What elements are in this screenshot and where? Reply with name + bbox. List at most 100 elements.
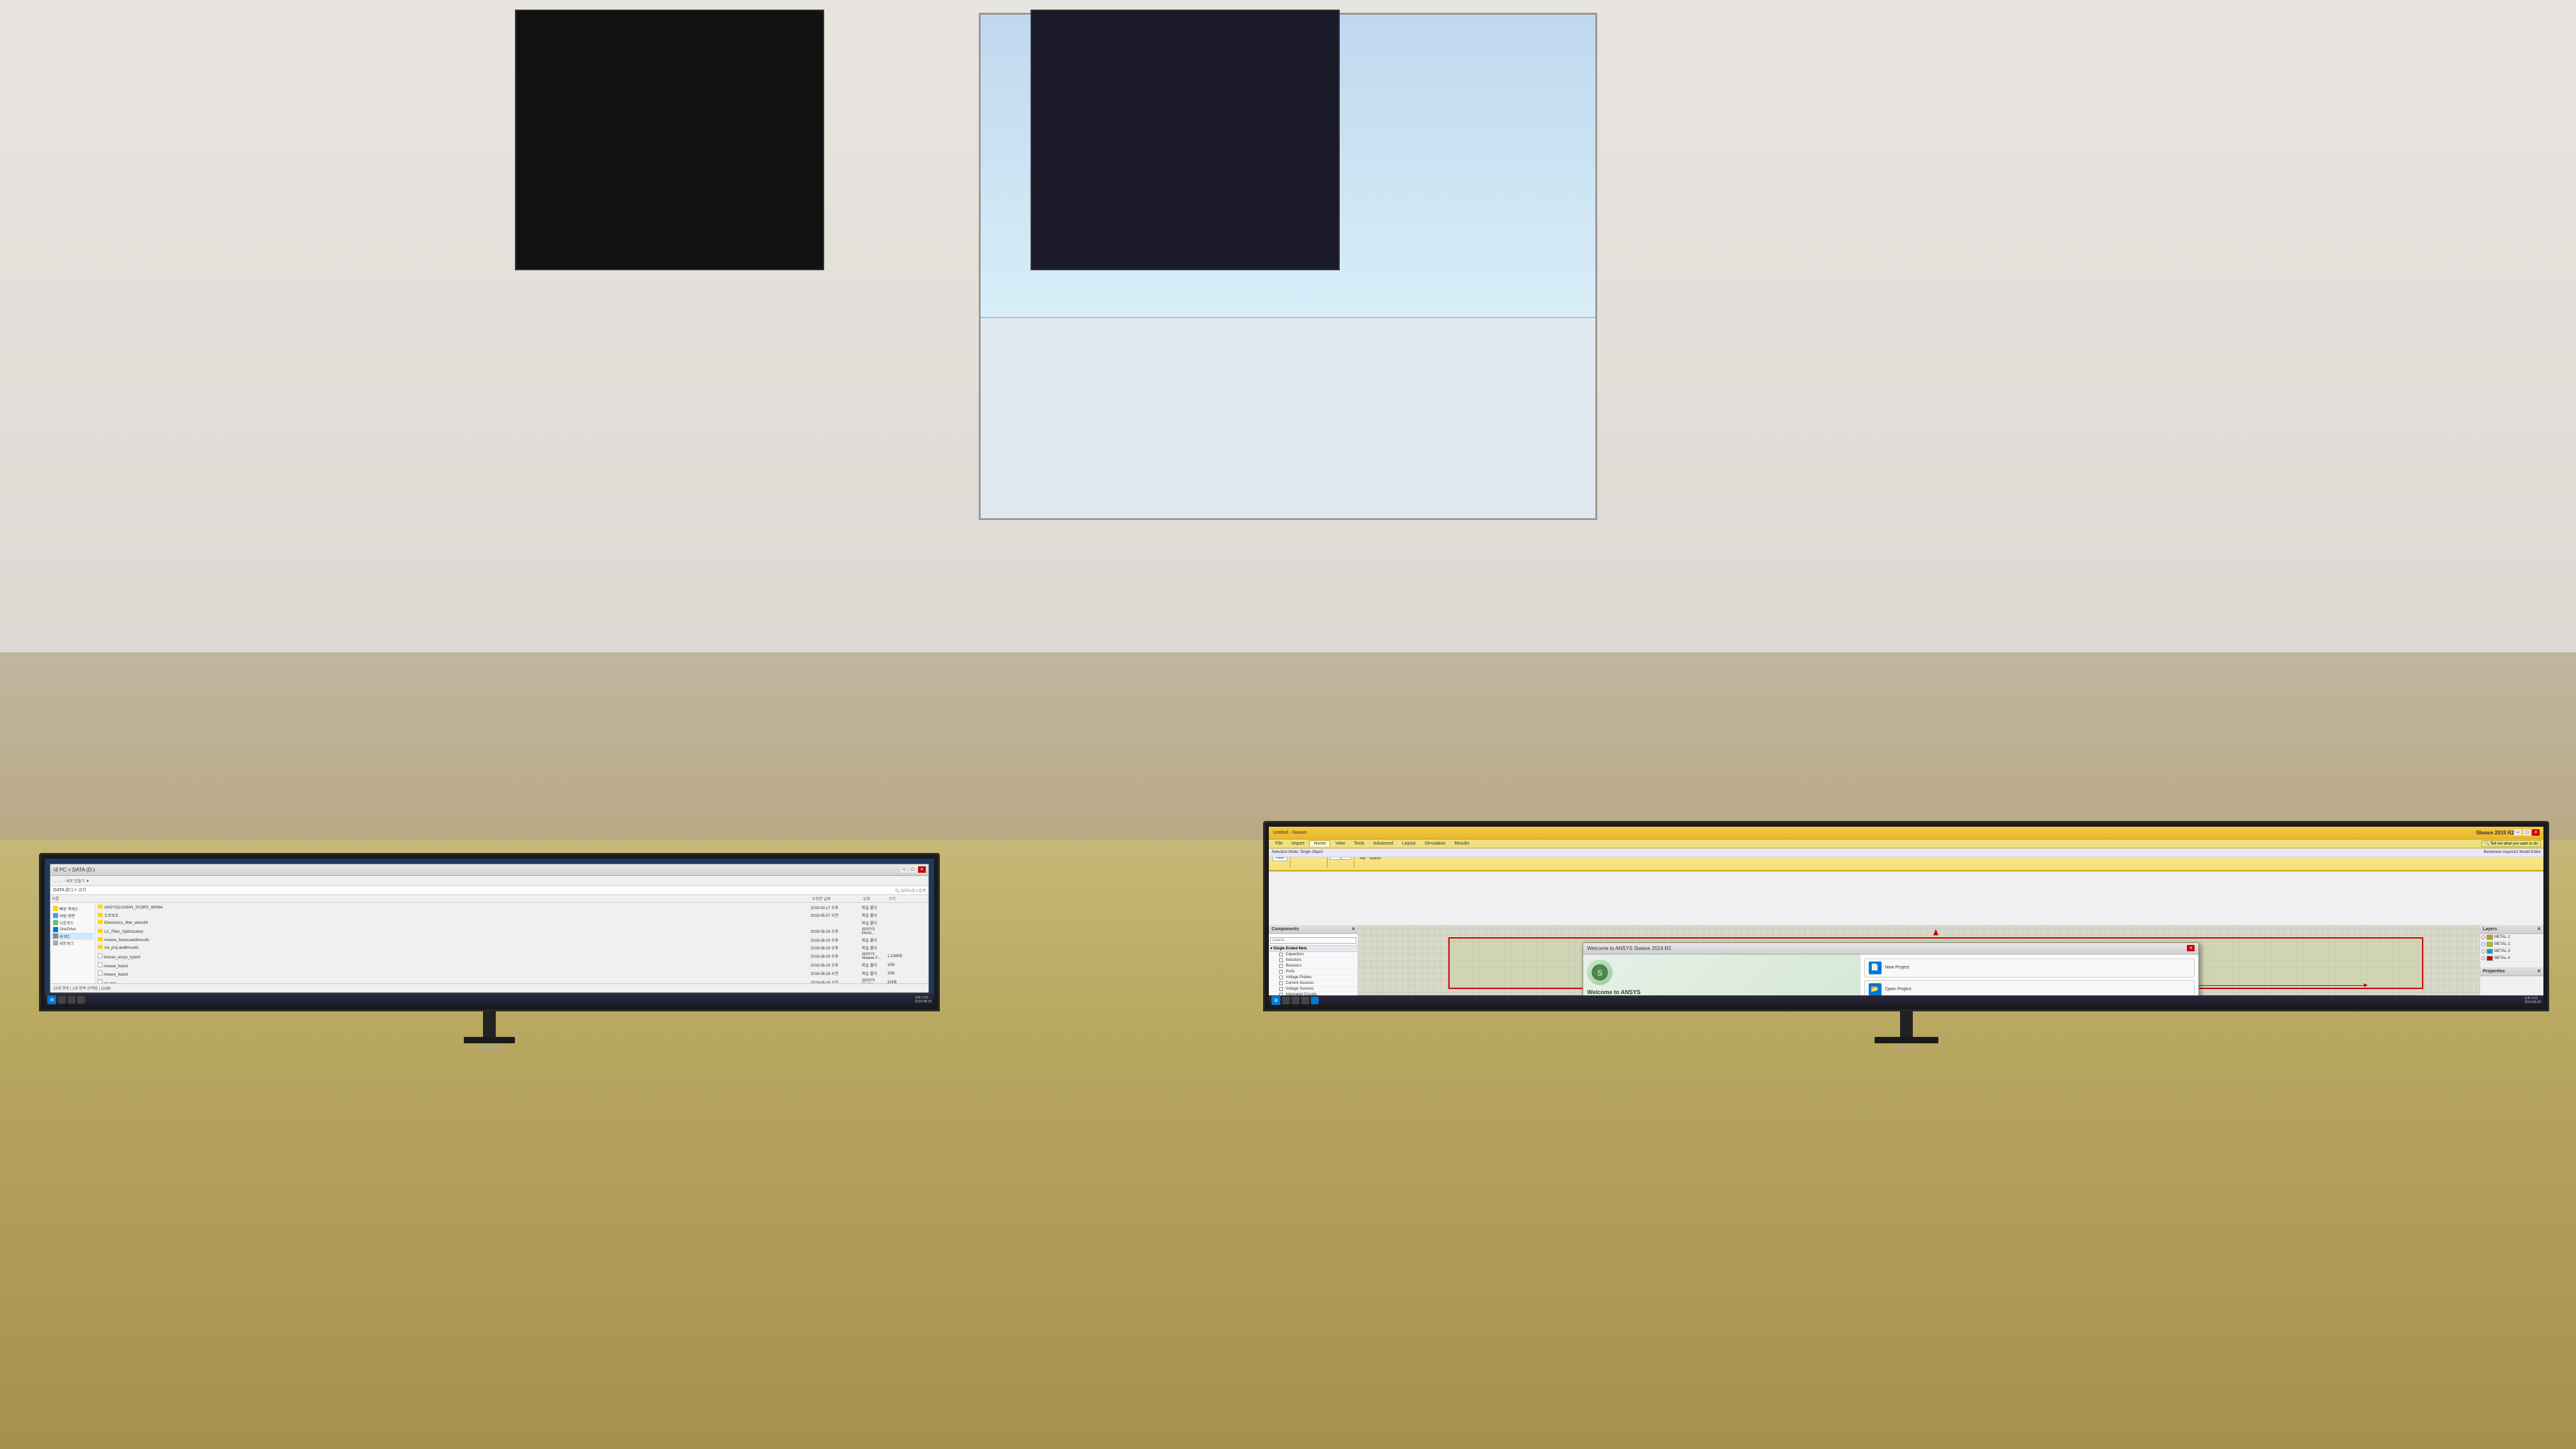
ribbon-tab-advanced[interactable]: Advanced: [1370, 841, 1397, 847]
right-monitor-base: [1874, 1037, 1938, 1043]
svg-text:S: S: [1597, 969, 1602, 977]
explorer-title-bar: 내 PC > DATA (D:) ─ □ ✕: [50, 864, 928, 876]
file-row[interactable]: Electronics_filter_wires64 파일 폴더: [96, 919, 927, 927]
file-row[interactable]: license_ansys_hybrid 2019-08-29 오후 ANSYS…: [96, 952, 927, 962]
open-project-button[interactable]: 📂 Open Project: [1864, 980, 2195, 995]
siwave-close[interactable]: ✕: [2532, 829, 2540, 836]
sidebar-item-network[interactable]: 네트워크: [52, 940, 93, 947]
sidebar-item-this-pc[interactable]: 내 PC: [52, 933, 93, 940]
start-button-right[interactable]: ⊞: [1271, 996, 1280, 1005]
siwave-minimize[interactable]: ─: [2514, 829, 2522, 836]
welcome-dialog: Welcome to ANSYS Siwave 2019 R2 ✕: [1583, 942, 2199, 995]
file-row[interactable]: mwave_board.aedbresults 2019-08-29 오후 파일…: [96, 937, 927, 944]
dialog-title-bar: Welcome to ANSYS Siwave 2019 R2 ✕: [1583, 943, 2198, 954]
components-search-input[interactable]: [1270, 937, 1356, 944]
right-monitor-frame: Untitled - SIwave SIwave 2019 R2 ─ □ ✕ F…: [1263, 821, 2549, 1011]
layer-radio[interactable]: [2481, 942, 2485, 946]
taskbar-taskview-right[interactable]: [1292, 997, 1300, 1004]
minimize-button[interactable]: ─: [900, 866, 908, 873]
siwave-window-controls: ─ □ ✕: [2514, 829, 2540, 836]
components-search[interactable]: [1269, 934, 1358, 946]
maximize-button[interactable]: □: [909, 866, 917, 873]
explorer-sidebar: 빠른 액세스 바탕 화면 다운로드: [50, 903, 95, 987]
address-bar[interactable]: DATA (D:) > 고기 🔍 DATA (D:) 검색: [50, 886, 928, 895]
right-monitor-screen: Untitled - SIwave SIwave 2019 R2 ─ □ ✕ F…: [1269, 827, 2543, 1006]
layers-panel: Layers ✕ METAL-1: [2480, 925, 2543, 995]
taskbar-explorer[interactable]: [77, 996, 85, 1004]
layer-color-box: [2487, 942, 2493, 947]
taskbar-search-right[interactable]: [1282, 997, 1290, 1004]
taskbar-clock: 오후 2:202019-08-29: [915, 995, 931, 1004]
close-button[interactable]: ✕: [918, 866, 926, 873]
component-voltage-sources[interactable]: Voltage Sources: [1269, 986, 1358, 992]
dell-label-left: DELL: [479, 1044, 500, 1051]
ribbon-tab-tools[interactable]: Tools: [1350, 841, 1368, 847]
component-current-sources[interactable]: Current Sources: [1269, 981, 1358, 986]
dim-arrow-right: [2364, 983, 2368, 987]
taskbar-explorer-right[interactable]: [1301, 997, 1309, 1004]
ribbon-tab-home[interactable]: Home: [1309, 840, 1330, 847]
file-row[interactable]: via_proj.aedbresults 2019-08-29 오후 파일 폴더: [96, 944, 927, 952]
ribbon-tab-layout[interactable]: Layout: [1399, 841, 1420, 847]
siwave-maximize[interactable]: □: [2523, 829, 2531, 836]
dialog-window-controls: ✕: [2187, 945, 2195, 951]
components-panel-title: Components ✕: [1269, 925, 1358, 934]
layer-metal-2[interactable]: METAL-2: [2480, 941, 2543, 948]
sidebar-item-quick-access[interactable]: 빠른 액세스: [52, 905, 93, 912]
sidebar-item-desktop[interactable]: 바탕 화면: [52, 912, 93, 919]
explorer-status-bar: 19개 항목 | 1개 항목 선택됨 | 11MB: [50, 983, 928, 992]
ribbon-tab-file[interactable]: File: [1271, 841, 1286, 847]
sidebar-item-onedrive[interactable]: OneDrive: [52, 926, 93, 933]
layer-metal-1[interactable]: METAL-1: [2480, 934, 2543, 941]
components-panel: Components ✕ ▾ Single Ended Nets: [1269, 925, 1358, 995]
explorer-window: 내 PC > DATA (D:) ─ □ ✕ ← → ↑ 새로 만들기 ▼: [50, 864, 929, 993]
component-voltage-probes[interactable]: Voltage Probes: [1269, 975, 1358, 981]
open-project-icon: 📂: [1869, 983, 1882, 995]
layer-radio[interactable]: [2481, 949, 2485, 953]
col-size: 크기: [889, 896, 927, 901]
explorer-desktop: 내 PC > DATA (D:) ─ □ ✕ ← → ↑ 새로 만들기 ▼: [45, 859, 934, 1006]
layer-metal-4[interactable]: METAL-4: [2480, 955, 2543, 962]
taskbar-taskview[interactable]: [68, 996, 75, 1004]
layer-radio[interactable]: [2481, 935, 2485, 939]
layer-metal-3[interactable]: METAL-3: [2480, 948, 2543, 955]
layer-radio[interactable]: [2481, 956, 2485, 960]
layer-color-box: [2487, 956, 2493, 961]
ribbon-tab-bar: File Import Home View Tools Advanced Lay…: [1269, 839, 2543, 848]
taskbar-siwave[interactable]: [1311, 997, 1319, 1004]
new-project-button[interactable]: 📄 New Project: [1864, 958, 2195, 977]
ribbon-tab-results[interactable]: Results: [1450, 841, 1473, 847]
search-box[interactable]: 🔍 DATA (D:) 검색: [895, 887, 926, 893]
start-button[interactable]: ⊞: [47, 995, 56, 1004]
search-bar[interactable]: 🔍 Tell me what you want to do: [2481, 840, 2541, 847]
component-resistors[interactable]: Resistors: [1269, 963, 1358, 969]
component-inductors[interactable]: Inductors: [1269, 958, 1358, 963]
siwave-app-title: SIwave 2019 R2: [1307, 830, 2514, 836]
ribbon-tab-import[interactable]: Import: [1288, 841, 1308, 847]
taskbar-search[interactable]: [58, 996, 66, 1004]
taskbar-left: ⊞ 오후 2:202019-08-29: [45, 994, 934, 1006]
dialog-left-panel: S Welcome to ANSYSSiwave 2019 R2 Recent:…: [1583, 954, 1860, 995]
ribbon-tab-simulation[interactable]: Simulation: [1421, 841, 1450, 847]
siwave-logo: S: [1587, 960, 1613, 985]
ribbon-tab-view[interactable]: View: [1331, 841, 1349, 847]
components-panel-close[interactable]: ✕: [1351, 926, 1355, 931]
file-row[interactable]: mwave_board 2019-08-29 오후 파일 폴더 1KB: [96, 962, 927, 970]
right-monitor: Untitled - SIwave SIwave 2019 R2 ─ □ ✕ F…: [1236, 821, 2576, 1043]
dell-label-right: DELL: [1896, 1044, 1917, 1051]
component-ports[interactable]: Ports: [1269, 969, 1358, 975]
taskbar-clock-right: 오후 2:012019-08-26: [2524, 996, 2541, 1004]
file-row[interactable]: LC_Filter_Optimization 2019-08-26 오후 ANS…: [96, 927, 927, 937]
siwave-window-title: Untitled - SIwave: [1273, 831, 1307, 835]
canvas-area[interactable]: 50.00 mm Welcome to ANSYS Siwave 2019 R2…: [1358, 925, 2480, 995]
file-row[interactable]: 도로보호 2019-05-07 오전 파일 폴더: [96, 912, 927, 919]
file-row[interactable]: mwave_board 2019-08-26 오전 파일 폴더 1KB: [96, 970, 927, 978]
file-row[interactable]: ANSYS(LICMAN_2019R2_WIN64 2019-03-17 오후 …: [96, 904, 927, 912]
single-ended-nets-label[interactable]: ▾ Single Ended Nets: [1269, 946, 1358, 952]
dialog-close-button[interactable]: ✕: [2187, 945, 2195, 951]
properties-panel-close[interactable]: ✕: [2537, 969, 2541, 974]
layers-panel-close[interactable]: ✕: [2537, 926, 2541, 931]
sidebar-item-downloads[interactable]: 다운로드: [52, 919, 93, 926]
component-capacitors[interactable]: Capacitors: [1269, 952, 1358, 958]
col-name: 이름: [52, 896, 812, 901]
